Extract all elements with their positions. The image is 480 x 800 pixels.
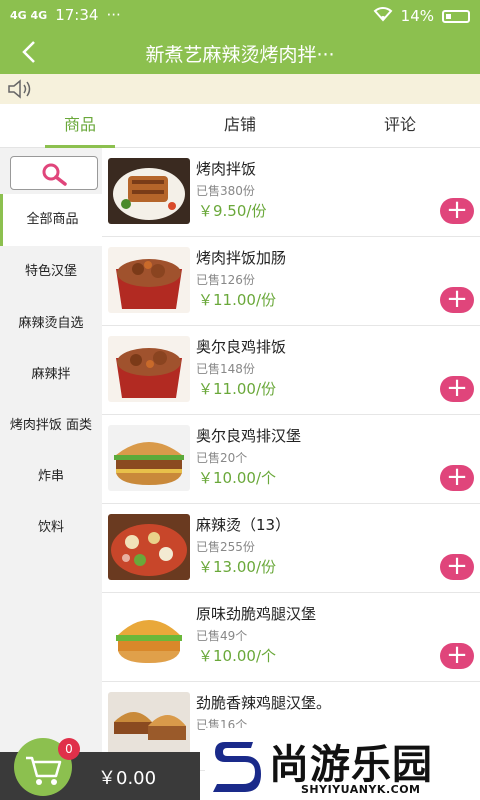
category-burgers[interactable]: 特色汉堡 — [0, 246, 102, 298]
product-item[interactable]: 奥尔良鸡排汉堡 已售20个 ￥10.00/个 + — [102, 415, 480, 504]
plus-icon: + — [446, 640, 468, 670]
rice-box-icon — [108, 247, 190, 313]
add-to-cart-button[interactable]: + — [440, 640, 474, 670]
signal-icon: 4G 4G — [10, 8, 48, 22]
product-item[interactable]: 原味劲脆鸡腿汉堡 已售49个 ￥10.00/个 + — [102, 593, 480, 682]
watermark-cn: 尚游乐园 — [269, 742, 433, 788]
product-list: 烤肉拌饭 已售380份 ￥9.50/份 + 烤肉拌饭加肠 已售126份 ￥11.… — [102, 148, 480, 800]
plus-icon: + — [446, 284, 468, 314]
search-icon — [42, 163, 67, 186]
cart-count-badge: 0 — [58, 738, 80, 760]
plus-icon: + — [446, 551, 468, 581]
plus-icon: + — [446, 373, 468, 403]
category-malaban[interactable]: 麻辣拌 — [0, 349, 102, 401]
add-to-cart-button[interactable]: + — [440, 373, 474, 403]
tab-store[interactable]: 店铺 — [160, 104, 320, 148]
watermark: 尚游乐园 SHYIYUANYK.COM — [205, 728, 480, 800]
add-to-cart-button[interactable]: + — [440, 195, 474, 225]
watermark-en: SHYIYUANYK.COM — [301, 783, 421, 796]
speaker-icon — [8, 79, 31, 99]
category-all[interactable]: 全部商品 — [0, 194, 102, 246]
add-to-cart-button[interactable]: + — [440, 551, 474, 581]
add-to-cart-button[interactable]: + — [440, 284, 474, 314]
status-time: 17:34 — [55, 6, 99, 24]
category-fried-skewers[interactable]: 炸串 — [0, 451, 102, 503]
product-item[interactable]: 烤肉拌饭加肠 已售126份 ￥11.00/份 + — [102, 237, 480, 326]
hotpot-icon — [108, 514, 190, 580]
wifi-icon — [373, 6, 393, 26]
battery-icon — [442, 9, 470, 23]
product-item[interactable]: 奥尔良鸡排饭 已售148份 ￥11.00/份 + — [102, 326, 480, 415]
cart-total: ￥0.00 — [98, 768, 157, 789]
product-sold: 已售126份 — [196, 273, 255, 287]
product-sold: 已售255份 — [196, 540, 255, 554]
product-item[interactable]: 烤肉拌饭 已售380份 ￥9.50/份 + — [102, 148, 480, 237]
search-button[interactable] — [10, 156, 98, 190]
product-name: 烤肉拌饭 — [196, 160, 257, 178]
rice-bowl-icon — [108, 158, 190, 224]
product-price: ￥13.00/份 — [198, 558, 276, 576]
tab-reviews[interactable]: 评论 — [320, 104, 480, 148]
plus-icon: + — [446, 195, 468, 225]
product-name: 奥尔良鸡排饭 — [196, 338, 287, 356]
status-more: ··· — [106, 6, 121, 24]
product-name: 劲脆香辣鸡腿汉堡。 — [196, 694, 332, 712]
cart-bar: 0 ￥0.00 — [0, 738, 200, 800]
back-button[interactable] — [14, 36, 44, 68]
watermark-logo — [213, 742, 261, 792]
burger-icon — [108, 425, 190, 491]
notice-bar — [0, 74, 480, 104]
tab-bar: 商品 店铺 评论 — [0, 104, 480, 148]
product-price: ￥9.50/份 — [198, 202, 267, 220]
page-title: 新煮艺麻辣烫烤肉拌··· — [145, 44, 335, 66]
product-price: ￥11.00/份 — [198, 380, 276, 398]
rice-box-icon — [108, 336, 190, 402]
status-bar: 4G 4G 17:34 ··· 14% — [0, 0, 480, 30]
product-price: ￥10.00/个 — [198, 647, 276, 665]
plus-icon: + — [446, 462, 468, 492]
battery-level: 14% — [400, 7, 434, 25]
category-rice-noodles[interactable]: 烤肉拌饭 面类 — [0, 400, 102, 452]
chevron-left-icon — [22, 41, 35, 63]
app-header: 新煮艺麻辣烫烤肉拌··· — [0, 30, 480, 74]
burger-icon — [108, 692, 190, 758]
product-item[interactable]: 麻辣烫（13） 已售255份 ￥13.00/份 + — [102, 504, 480, 593]
category-malatang[interactable]: 麻辣烫自选 — [0, 298, 102, 350]
product-sold: 已售20个 — [196, 451, 248, 465]
product-name: 麻辣烫（13） — [196, 516, 291, 534]
category-drinks[interactable]: 饮料 — [0, 502, 102, 554]
product-name: 烤肉拌饭加肠 — [196, 249, 287, 267]
product-price: ￥11.00/份 — [198, 291, 276, 309]
product-sold: 已售148份 — [196, 362, 255, 376]
product-sold: 已售49个 — [196, 629, 248, 643]
add-to-cart-button[interactable]: + — [440, 462, 474, 492]
product-name: 原味劲脆鸡腿汉堡 — [196, 605, 317, 623]
product-name: 奥尔良鸡排汉堡 — [196, 427, 302, 445]
burger-icon — [108, 603, 190, 669]
category-sidebar: 全部商品 特色汉堡 麻辣烫自选 麻辣拌 烤肉拌饭 面类 炸串 饮料 — [0, 148, 102, 800]
product-sold: 已售380份 — [196, 184, 255, 198]
product-price: ￥10.00/个 — [198, 469, 276, 487]
tab-products[interactable]: 商品 — [0, 104, 160, 148]
